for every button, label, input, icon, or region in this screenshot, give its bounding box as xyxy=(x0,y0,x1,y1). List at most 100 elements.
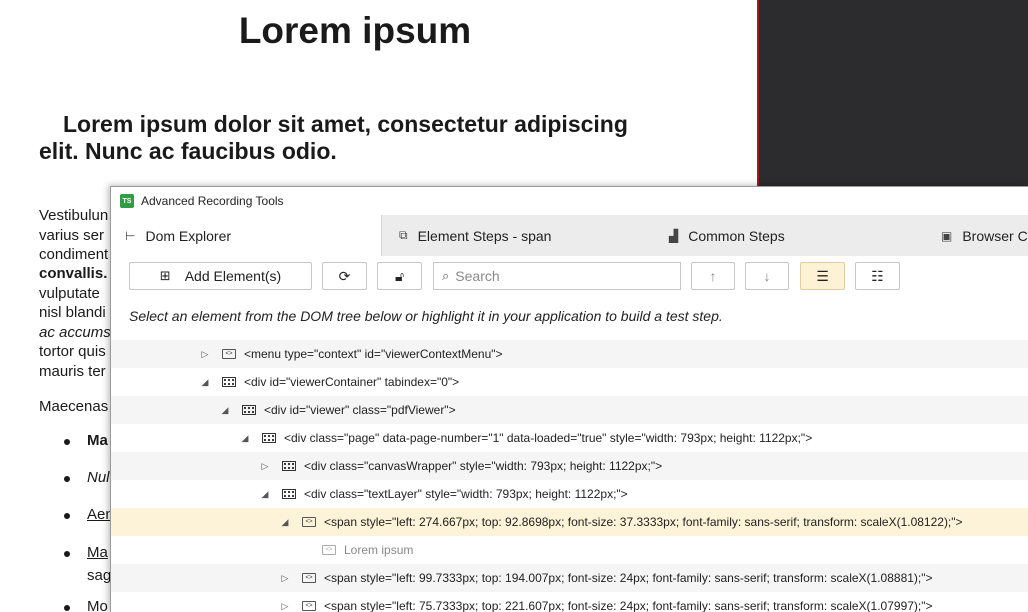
node-label: <menu type="context" id="viewerContextMe… xyxy=(244,347,503,361)
node-label: <div class="canvasWrapper" style="width:… xyxy=(304,459,663,473)
bullet-text: Ma xyxy=(87,544,108,561)
search-box[interactable]: ⌕ xyxy=(433,262,681,290)
tab-label: Dom Explorer xyxy=(145,227,232,244)
collapse-arrow-icon[interactable]: ◢ xyxy=(258,489,272,500)
bullet-dot xyxy=(64,476,70,482)
pdf-text-line: ac accums xyxy=(39,324,111,341)
pdf-text-line: Vestibulun xyxy=(39,207,109,224)
pdf-text-line: Maecenas xyxy=(39,398,109,415)
node-label: <div id="viewer" class="pdfViewer"> xyxy=(264,403,456,417)
container-element-icon xyxy=(222,377,236,387)
code-element-icon: <> xyxy=(302,573,316,583)
pdf-text-line: convallis. xyxy=(39,265,108,282)
bars-icon: ▟ xyxy=(669,228,679,243)
refresh-icon: ⟳ xyxy=(338,267,351,284)
bullet-text: Ma xyxy=(87,432,108,449)
tab-element-steps[interactable]: ⧉ Element Steps - span xyxy=(399,215,551,256)
add-elements-label: Add Element(s) xyxy=(184,268,282,284)
search-icon: ⌕ xyxy=(442,268,450,283)
tab-label: Common Steps xyxy=(688,227,785,244)
tab-label: Element Steps - span xyxy=(417,227,552,244)
tab-common-steps[interactable]: ▟ Common Steps xyxy=(669,215,785,256)
node-label: <div class="textLayer" style="width: 793… xyxy=(304,487,628,501)
app-logo-icon: TS xyxy=(120,194,134,208)
list-indent-icon: ☰ xyxy=(816,267,829,284)
tab-label: Browser C xyxy=(962,227,1028,244)
panel-tabs: ⊢ Dom Explorer ⧉ Element Steps - span ▟ … xyxy=(111,215,1028,256)
expand-arrow-icon[interactable]: ▷ xyxy=(278,601,292,612)
pdf-text-line: nisl blandi xyxy=(39,304,106,321)
steps-icon: ⧉ xyxy=(399,228,408,242)
code-element-icon: <> xyxy=(222,349,236,359)
pdf-text-line: varius ser xyxy=(39,227,105,244)
search-input[interactable] xyxy=(455,268,666,284)
code-element-icon: <> xyxy=(302,517,316,527)
node-label: <span style="left: 99.7333px; top: 194.0… xyxy=(324,571,933,585)
panel-title: Advanced Recording Tools xyxy=(141,194,284,208)
bullet-dot xyxy=(64,513,70,519)
refresh-button[interactable]: ⟳ xyxy=(322,262,367,290)
move-up-button[interactable]: ↑ xyxy=(691,262,735,290)
code-element-icon: <> xyxy=(302,601,316,611)
tab-browser[interactable]: ▣ Browser C xyxy=(941,215,1028,256)
bullet-text: Nul xyxy=(87,469,110,486)
expand-arrow-icon[interactable]: ▷ xyxy=(258,461,272,472)
node-label: <span style="left: 274.667px; top: 92.86… xyxy=(324,515,963,529)
pdf-text-line: vulputate xyxy=(39,285,100,302)
viewer-dark-area xyxy=(757,0,1028,186)
unlock-icon: 🔓︎ xyxy=(394,267,405,284)
move-down-button[interactable]: ↓ xyxy=(745,262,789,290)
collapse-arrow-icon[interactable]: ◢ xyxy=(218,405,232,416)
pdf-text-line: mauris ter xyxy=(39,363,106,380)
tree-node-text-layer[interactable]: ◢ <div class="textLayer" style="width: 7… xyxy=(111,480,1028,508)
collapse-arrow-icon[interactable]: ◢ xyxy=(238,433,252,444)
arrow-down-icon: ↓ xyxy=(763,268,771,284)
tree-node-menu[interactable]: ▷ <> <menu type="context" id="viewerCont… xyxy=(111,340,1028,368)
dom-tree: ▷ <> <menu type="context" id="viewerCont… xyxy=(111,340,1028,612)
tree-node-span-selected[interactable]: ◢ <> <span style="left: 274.667px; top: … xyxy=(111,508,1028,536)
tab-dom-explorer[interactable]: ⊢ Dom Explorer xyxy=(111,215,382,256)
container-element-icon xyxy=(242,405,256,415)
node-label: <div class="page" data-page-number="1" d… xyxy=(284,431,813,445)
instruction-text: Select an element from the DOM tree belo… xyxy=(111,296,1028,340)
container-element-icon xyxy=(282,489,296,499)
list-outline-icon: ☷ xyxy=(871,267,884,284)
arrow-up-icon: ↑ xyxy=(709,268,717,284)
add-element-icon: ⊞ xyxy=(159,268,171,283)
add-elements-button[interactable]: ⊞ Add Element(s) xyxy=(129,262,312,290)
lock-button[interactable]: 🔓︎ xyxy=(377,262,422,290)
panel-toolbar: ⊞ Add Element(s) ⟳ 🔓︎ ⌕ ↑ ↓ ☰ ☷ xyxy=(111,256,1028,296)
container-element-icon xyxy=(262,433,276,443)
pdf-text-line: tortor quis xyxy=(39,343,106,360)
tree-node-span[interactable]: ▷ <> <span style="left: 75.7333px; top: … xyxy=(111,592,1028,612)
browser-icon: ▣ xyxy=(941,228,953,243)
bullet-text: Mo xyxy=(87,598,108,612)
container-element-icon xyxy=(282,461,296,471)
collapse-arrow-icon[interactable]: ◢ xyxy=(278,517,292,528)
expand-tree-button[interactable]: ☰ xyxy=(800,262,845,290)
tree-node-text[interactable]: <> Lorem ipsum xyxy=(111,536,1028,564)
node-label: Lorem ipsum xyxy=(344,543,414,557)
bullet-dot xyxy=(64,439,70,445)
recording-tools-panel: TS Advanced Recording Tools ⊢ Dom Explor… xyxy=(110,186,1028,612)
tree-node-viewer-container[interactable]: ◢ <div id="viewerContainer" tabindex="0"… xyxy=(111,368,1028,396)
tree-icon: ⊢ xyxy=(125,228,136,243)
expand-arrow-icon[interactable]: ▷ xyxy=(198,349,212,360)
tree-node-page[interactable]: ◢ <div class="page" data-page-number="1"… xyxy=(111,424,1028,452)
bullet-dot xyxy=(64,605,70,611)
pdf-title: Lorem ipsum xyxy=(238,10,472,51)
collapse-tree-button[interactable]: ☷ xyxy=(855,262,900,290)
expand-arrow-icon[interactable]: ▷ xyxy=(278,573,292,584)
tree-node-viewer[interactable]: ◢ <div id="viewer" class="pdfViewer"> xyxy=(111,396,1028,424)
text-node-icon: <> xyxy=(322,545,336,555)
panel-titlebar[interactable]: TS Advanced Recording Tools xyxy=(111,187,1028,215)
pdf-text-line: condiment xyxy=(39,246,109,263)
pdf-subtitle: Lorem ipsum dolor sit amet, consectetur … xyxy=(39,111,628,164)
bullet-dot xyxy=(64,551,70,557)
bullet-text: sag xyxy=(87,567,112,584)
collapse-arrow-icon[interactable]: ◢ xyxy=(198,377,212,388)
tree-node-canvas-wrapper[interactable]: ▷ <div class="canvasWrapper" style="widt… xyxy=(111,452,1028,480)
tree-node-span[interactable]: ▷ <> <span style="left: 99.7333px; top: … xyxy=(111,564,1028,592)
node-label: <span style="left: 75.7333px; top: 221.6… xyxy=(324,599,933,612)
node-label: <div id="viewerContainer" tabindex="0"> xyxy=(244,375,460,389)
